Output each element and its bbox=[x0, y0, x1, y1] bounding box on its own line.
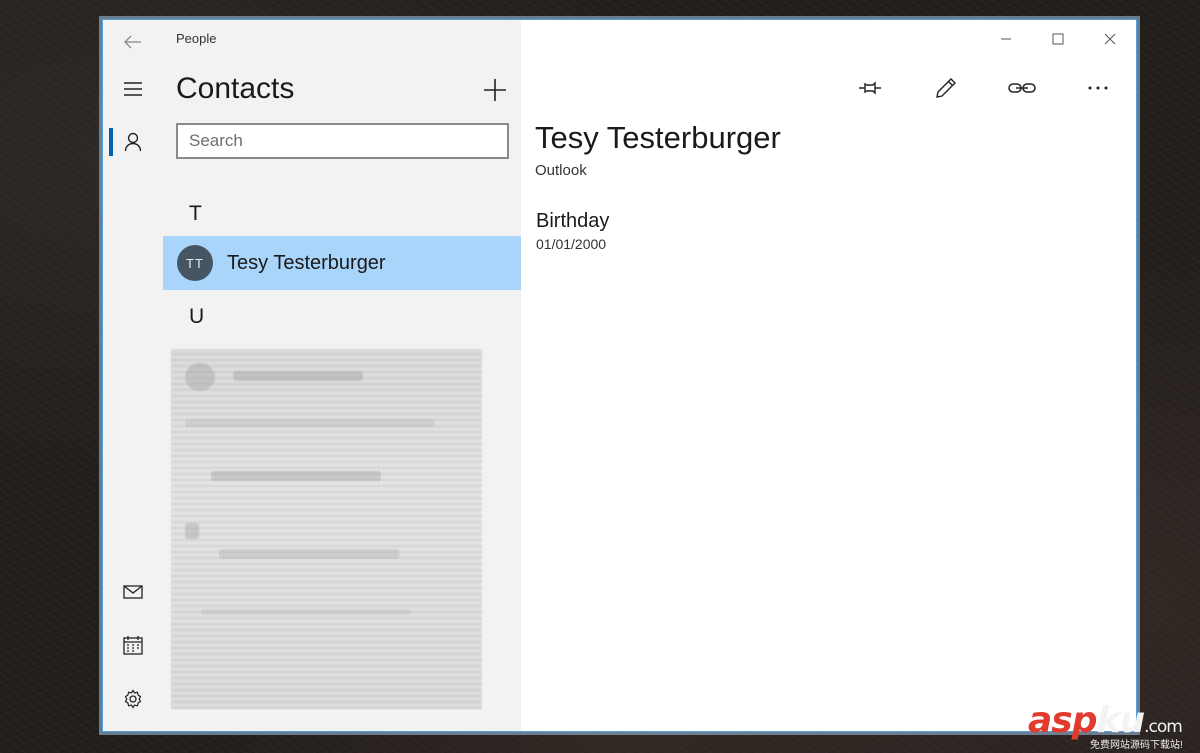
minimize-button[interactable] bbox=[980, 20, 1032, 58]
watermark-logo: aspku.com bbox=[1028, 700, 1183, 741]
nav-rail bbox=[103, 20, 163, 731]
hamburger-menu-button[interactable] bbox=[103, 67, 163, 111]
maximize-icon bbox=[1052, 33, 1064, 45]
close-icon bbox=[1104, 33, 1116, 45]
birthday-label: Birthday bbox=[536, 210, 610, 232]
edit-pencil-icon bbox=[936, 78, 956, 98]
nav-mail-button[interactable] bbox=[103, 570, 163, 614]
more-ellipsis-icon bbox=[1088, 86, 1108, 90]
nav-people-button[interactable] bbox=[103, 120, 163, 164]
edit-button[interactable] bbox=[908, 68, 984, 108]
pin-icon bbox=[859, 81, 881, 95]
group-header-t[interactable]: T bbox=[189, 202, 202, 226]
site-watermark: aspku.com 免费网站源码下载站! bbox=[1028, 700, 1198, 751]
contact-full-name: Tesy Testerburger bbox=[535, 120, 781, 155]
close-button[interactable] bbox=[1084, 20, 1136, 58]
window-controls bbox=[980, 20, 1136, 58]
plus-icon bbox=[484, 79, 506, 101]
group-header-u[interactable]: U bbox=[189, 305, 204, 329]
hamburger-menu-icon bbox=[124, 82, 142, 96]
settings-gear-icon bbox=[124, 689, 142, 709]
app-title: People bbox=[176, 31, 217, 46]
link-contact-button[interactable] bbox=[984, 68, 1060, 108]
avatar: TT bbox=[177, 245, 213, 281]
search-input[interactable] bbox=[176, 123, 509, 159]
contact-detail-pane: Tesy Testerburger Outlook Birthday 01/01… bbox=[521, 20, 1136, 731]
back-arrow-icon bbox=[124, 35, 141, 49]
maximize-button[interactable] bbox=[1032, 20, 1084, 58]
contacts-header: Contacts bbox=[176, 72, 295, 105]
nav-calendar-button[interactable] bbox=[103, 623, 163, 667]
contact-name: Tesy Testerburger bbox=[227, 251, 386, 274]
minimize-icon bbox=[1001, 38, 1011, 40]
pin-button[interactable] bbox=[832, 68, 908, 108]
contact-list-item[interactable]: TT Tesy Testerburger bbox=[163, 236, 521, 290]
more-options-button[interactable] bbox=[1060, 68, 1136, 108]
redacted-contact-list bbox=[171, 349, 482, 709]
mail-icon bbox=[123, 585, 143, 599]
people-app-window: People Contacts T TT Tesy Testerburger U bbox=[102, 19, 1137, 732]
nav-settings-button[interactable] bbox=[103, 677, 163, 721]
back-button[interactable] bbox=[103, 20, 163, 64]
link-icon bbox=[1008, 83, 1036, 93]
birthday-value: 01/01/2000 bbox=[536, 236, 607, 252]
detail-toolbar bbox=[832, 68, 1136, 108]
watermark-tagline: 免费网站源码下载站! bbox=[1090, 740, 1183, 751]
add-contact-button[interactable] bbox=[477, 72, 513, 108]
person-icon bbox=[124, 132, 142, 152]
contact-source-account: Outlook bbox=[535, 162, 587, 179]
calendar-icon bbox=[123, 635, 143, 655]
